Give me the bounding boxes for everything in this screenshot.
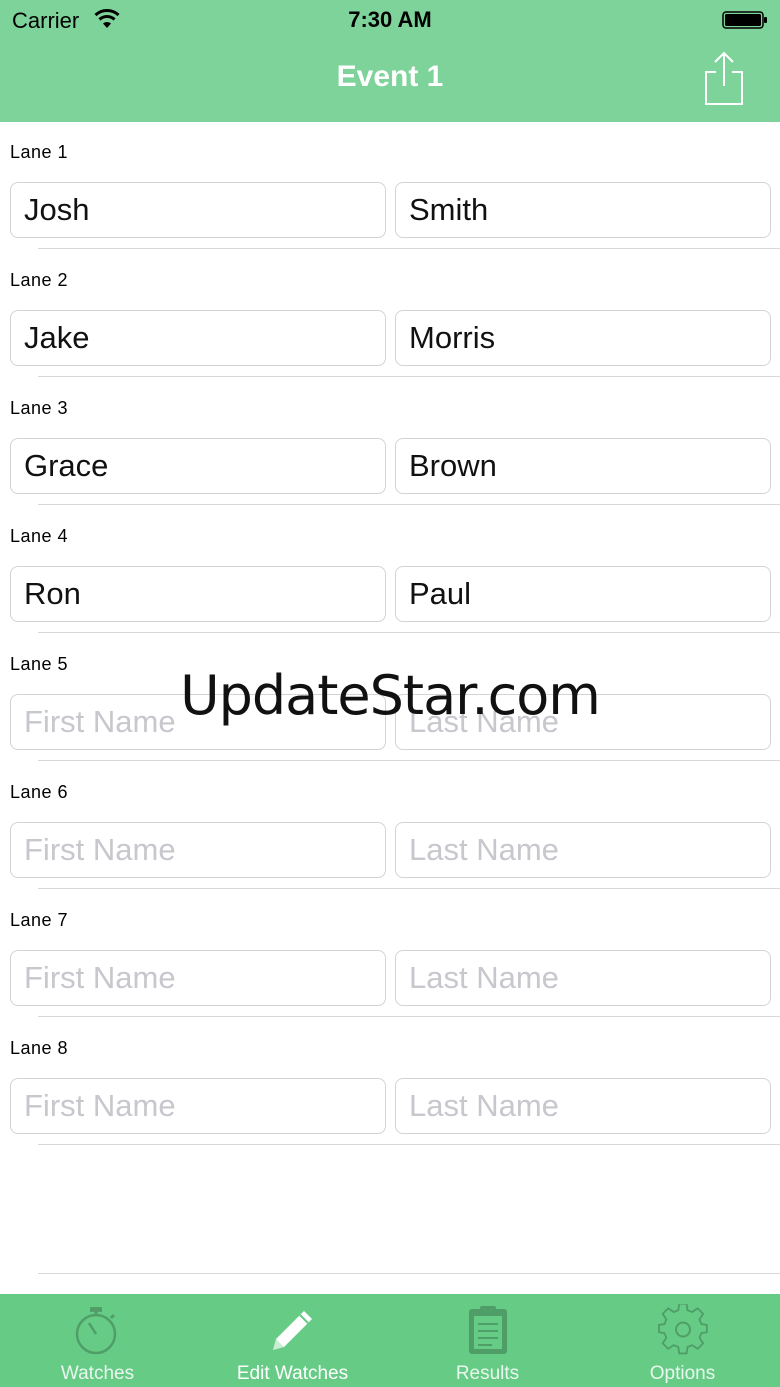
first-name-input[interactable] — [10, 438, 386, 494]
lane-label: Lane 4 — [10, 526, 69, 546]
stopwatch-icon — [75, 1307, 116, 1355]
first-name-input[interactable] — [10, 822, 386, 878]
lane-row: Lane 6 — [0, 762, 780, 890]
last-name-input[interactable] — [395, 438, 771, 494]
last-name-input[interactable] — [395, 822, 771, 878]
tab-edit-watches[interactable]: Edit Watches — [195, 1294, 390, 1387]
tab-label: Options — [649, 1363, 716, 1384]
row-separator — [38, 632, 780, 633]
tab-results[interactable]: Results — [390, 1294, 585, 1387]
tab-options[interactable]: Options — [585, 1294, 780, 1387]
row-separator — [38, 1144, 780, 1145]
lane-label: Lane 8 — [10, 1038, 69, 1058]
lane-row: Lane 2 — [0, 250, 780, 378]
last-name-input[interactable] — [395, 950, 771, 1006]
lane-label: Lane 3 — [10, 398, 69, 418]
lane-row: Lane 8 — [0, 1018, 780, 1146]
first-name-input[interactable] — [10, 566, 386, 622]
navigation-bar: Event 1 — [0, 40, 780, 122]
lane-label: Lane 5 — [10, 654, 69, 674]
lane-row: Lane 1 — [0, 122, 780, 250]
pencil-icon — [272, 1311, 312, 1350]
clipboard-icon — [468, 1306, 507, 1354]
status-bar: Carrier 7:30 AM — [0, 0, 780, 40]
row-separator — [38, 376, 780, 377]
first-name-input[interactable] — [10, 1078, 386, 1134]
lane-label: Lane 2 — [10, 270, 69, 290]
battery-icon — [722, 11, 767, 29]
last-name-input[interactable] — [395, 694, 771, 750]
lane-row: Lane 3 — [0, 378, 780, 506]
row-separator — [38, 504, 780, 505]
last-name-input[interactable] — [395, 566, 771, 622]
gear-icon — [657, 1304, 708, 1355]
lane-label: Lane 7 — [10, 910, 69, 930]
row-separator — [38, 248, 780, 249]
first-name-input[interactable] — [10, 182, 386, 238]
first-name-input[interactable] — [10, 950, 386, 1006]
row-separator — [38, 1273, 780, 1274]
lanes-list: Lane 1 Lane 2 Lane 3 Lane 4 Lane 5 Lane … — [0, 122, 780, 1146]
row-separator — [38, 760, 780, 761]
row-separator — [38, 1016, 780, 1017]
clock: 7:30 AM — [348, 7, 432, 32]
first-name-input[interactable] — [10, 694, 386, 750]
page-title: Event 1 — [336, 60, 444, 93]
last-name-input[interactable] — [395, 1078, 771, 1134]
tab-label: Edit Watches — [236, 1363, 349, 1384]
tab-watches[interactable]: Watches — [0, 1294, 195, 1387]
lane-row: Lane 4 — [0, 506, 780, 634]
last-name-input[interactable] — [395, 182, 771, 238]
lane-row: Lane 7 — [0, 890, 780, 1018]
last-name-input[interactable] — [395, 310, 771, 366]
tab-label: Watches — [60, 1363, 135, 1384]
tab-label: Results — [455, 1363, 520, 1384]
row-separator — [38, 888, 780, 889]
first-name-input[interactable] — [10, 310, 386, 366]
lane-row: Lane 5 — [0, 634, 780, 762]
tab-bar: Watches Edit Watches Results Options — [0, 1294, 780, 1387]
lane-label: Lane 1 — [10, 142, 69, 162]
lane-label: Lane 6 — [10, 782, 69, 802]
share-icon[interactable] — [702, 50, 746, 106]
